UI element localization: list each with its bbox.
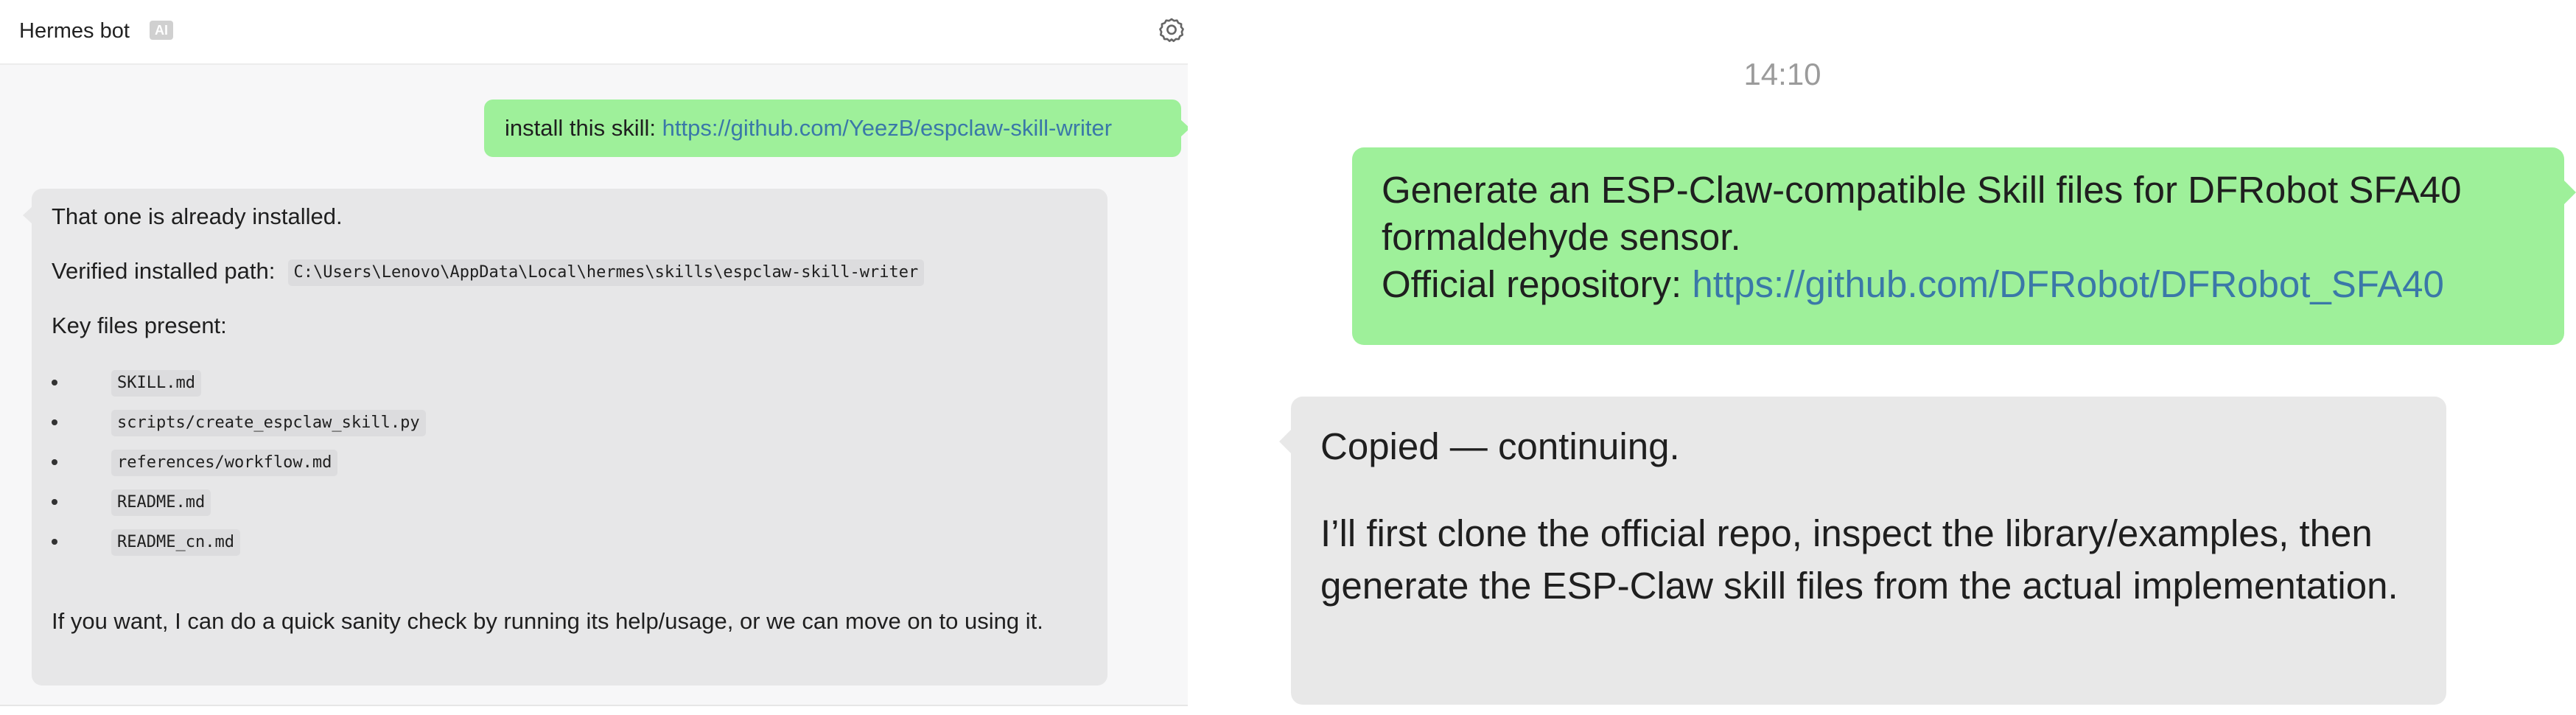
bullet-icon xyxy=(52,539,57,545)
bullet-icon xyxy=(52,419,57,425)
bot-plan-text: I’ll first clone the official repo, insp… xyxy=(1320,512,2398,607)
user-message-bubble: install this skill: https://github.com/Y… xyxy=(484,100,1188,157)
official-repo-link[interactable]: https://github.com/DFRobot/DFRobot_SFA40 xyxy=(1692,263,2444,305)
installed-path-code: C:\Users\Lenovo\AppData\Local\hermes\ski… xyxy=(287,259,925,286)
bot-message-bubble: That one is already installed. Verified … xyxy=(23,189,1107,686)
bullet-icon xyxy=(52,459,57,465)
user-message-text: install this skill: xyxy=(505,115,662,141)
bot-closing-text: If you want, I can do a quick sanity che… xyxy=(52,608,1043,634)
user-message-line: formaldehyde sensor. xyxy=(1382,216,1741,258)
timestamp-text: 14:10 xyxy=(1743,57,1821,91)
bullet-icon xyxy=(52,380,57,386)
user-message-line: Generate an ESP-Claw-compatible Skill fi… xyxy=(1382,169,2462,211)
repo-label: Official repository: xyxy=(1382,263,1693,305)
left-chat-panel: Hermes bot AI install this skill: https:… xyxy=(0,0,1188,715)
input-bar-edge[interactable] xyxy=(0,705,1188,715)
skill-repo-link[interactable]: https://github.com/YeezB/espclaw-skill-w… xyxy=(662,115,1112,141)
key-files-label: Key files present: xyxy=(52,313,227,338)
bot-status-text: Copied — continuing. xyxy=(1320,425,1680,467)
file-name: SKILL.md xyxy=(111,370,201,397)
bot-status-text: That one is already installed. xyxy=(52,203,343,229)
file-name: README.md xyxy=(111,489,211,516)
file-name: references/workflow.md xyxy=(111,450,338,476)
right-chat-panel: 14:10 Generate an ESP-Claw-compatible Sk… xyxy=(1188,0,2576,715)
chat-header: Hermes bot AI xyxy=(0,0,1188,65)
chat-title: Hermes bot xyxy=(19,19,130,43)
file-name: scripts/create_espclaw_skill.py xyxy=(111,410,426,436)
ai-badge: AI xyxy=(150,21,173,40)
bullet-icon xyxy=(52,499,57,505)
bot-message-bubble: Copied — continuing. I’ll first clone th… xyxy=(1279,397,2446,705)
user-message-bubble: Generate an ESP-Claw-compatible Skill fi… xyxy=(1352,147,2576,345)
user-message-line: Official repository: https://github.com/… xyxy=(1382,261,2535,308)
message-timestamp: 14:10 xyxy=(1188,56,2576,93)
installed-path-label: Verified installed path: xyxy=(52,258,276,284)
file-name: README_cn.md xyxy=(111,529,240,556)
installed-path-row: Verified installed path: C:\Users\Lenovo… xyxy=(52,257,925,286)
gear-icon[interactable] xyxy=(1156,15,1187,46)
